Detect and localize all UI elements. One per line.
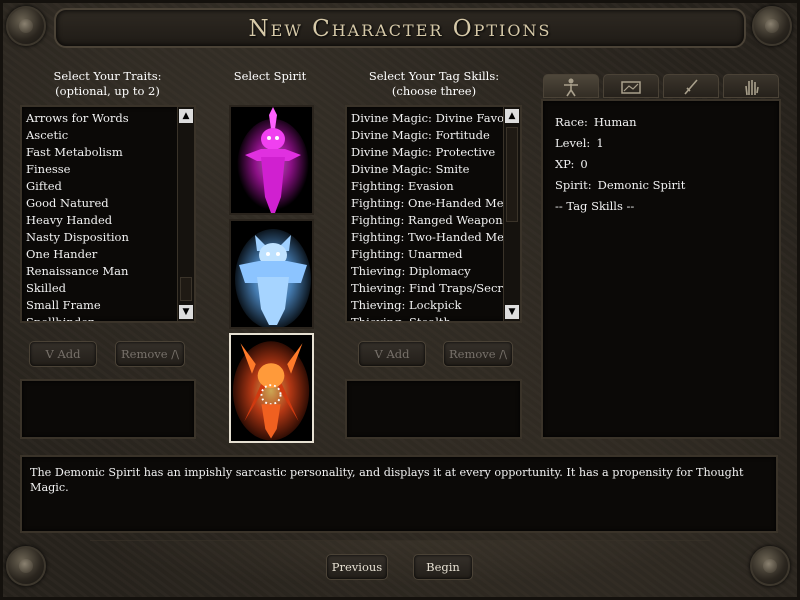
- list-item[interactable]: Arrows for Words: [24, 110, 176, 127]
- corner-ornament-icon: [750, 546, 790, 586]
- list-item[interactable]: Thieving: Find Traps/Secret Doors: [349, 280, 505, 297]
- spirit-line: Spirit: Demonic Spirit: [555, 178, 685, 192]
- list-item[interactable]: Finesse: [24, 161, 176, 178]
- begin-button[interactable]: Begin: [413, 554, 473, 580]
- list-item[interactable]: Divine Magic: Fortitude: [349, 127, 505, 144]
- spirit-option-blue[interactable]: [229, 219, 314, 329]
- list-item[interactable]: Skilled: [24, 280, 176, 297]
- traits-list[interactable]: Arrows for Words Ascetic Fast Metabolism Fi…: [20, 105, 196, 323]
- list-item[interactable]: Small Frame: [24, 297, 176, 314]
- list-item[interactable]: Fighting: Two-Handed Melee: [349, 229, 505, 246]
- tag-skills-scrollbar[interactable]: ▲ ▼: [503, 107, 520, 321]
- xp-label: XP:: [555, 157, 575, 171]
- scroll-thumb[interactable]: [506, 127, 518, 222]
- xp-value: 0: [580, 157, 588, 171]
- list-item[interactable]: Fighting: One-Handed Melee: [349, 195, 505, 212]
- spirit-value: Demonic Spirit: [597, 178, 686, 192]
- list-item[interactable]: One Hander: [24, 246, 176, 263]
- level-label: Level:: [555, 136, 591, 150]
- traits-header: Select Your Traits: (optional, up to 2): [20, 69, 195, 99]
- tag-skills-header-line2: (choose three): [391, 84, 477, 98]
- race-line: Race: Human: [555, 115, 637, 129]
- traits-header-line2: (optional, up to 2): [55, 84, 160, 98]
- scroll-up-icon[interactable]: ▲: [179, 109, 193, 123]
- spirit-option-pink[interactable]: [229, 105, 314, 215]
- list-item[interactable]: Fighting: Unarmed: [349, 246, 505, 263]
- spirit-label: Spirit:: [555, 178, 592, 192]
- tag-skills-list[interactable]: Divine Magic: Divine Favor Divine Magic: …: [345, 105, 522, 323]
- tag-skills-header-line1: Select Your Tag Skills:: [368, 69, 500, 83]
- tab-portrait[interactable]: [603, 74, 659, 98]
- tab-character[interactable]: [543, 74, 599, 98]
- character-info-panel: Race: Human Level: 1 XP: 0 Spirit: Demonic S…: [541, 99, 781, 439]
- list-item[interactable]: Fast Metabolism: [24, 144, 176, 161]
- corner-ornament-icon: [6, 6, 46, 46]
- bottom-ornament: [90, 540, 710, 588]
- pink-spirit-icon: [231, 107, 312, 213]
- traits-remove-button[interactable]: Remove /\: [115, 341, 185, 367]
- level-line: Level: 1: [555, 136, 604, 150]
- tab-hand[interactable]: [723, 74, 779, 98]
- list-item[interactable]: Divine Magic: Protective: [349, 144, 505, 161]
- description-text: The Demonic Spirit has an impishly sarca…: [30, 466, 744, 494]
- spirit-header: Select Spirit: [233, 69, 307, 83]
- corner-ornament-icon: [752, 6, 792, 46]
- xp-line: XP: 0: [555, 157, 588, 171]
- tag-skills-header: Select Your Tag Skills: (choose three): [346, 69, 522, 99]
- race-value: Human: [593, 115, 637, 129]
- list-item[interactable]: Spellbinder: [24, 314, 176, 321]
- title-plate: New Character Options: [54, 8, 746, 48]
- description-panel: The Demonic Spirit has an impishly sarca…: [20, 455, 778, 533]
- tab-weapons[interactable]: [663, 74, 719, 98]
- scroll-down-icon[interactable]: ▼: [179, 305, 193, 319]
- scroll-thumb[interactable]: [180, 277, 192, 301]
- list-item[interactable]: Ascetic: [24, 127, 176, 144]
- scroll-down-icon[interactable]: ▼: [505, 305, 519, 319]
- image-icon: [621, 81, 641, 94]
- selected-tag-skills-panel: [345, 379, 522, 439]
- list-item[interactable]: Fighting: Ranged Weapons: [349, 212, 505, 229]
- spirit-option-demonic[interactable]: [229, 333, 314, 443]
- page-title: New Character Options: [248, 16, 552, 42]
- tag-skills-add-button[interactable]: V Add: [358, 341, 426, 367]
- list-item[interactable]: Good Natured: [24, 195, 176, 212]
- blue-spirit-icon: [231, 221, 312, 327]
- figure-icon: [564, 78, 578, 97]
- tag-skills-remove-button[interactable]: Remove /\: [443, 341, 513, 367]
- list-item[interactable]: Thieving: Lockpick: [349, 297, 505, 314]
- traits-header-line1: Select Your Traits:: [53, 69, 162, 83]
- hand-icon: [745, 80, 759, 96]
- list-item[interactable]: Renaissance Man: [24, 263, 176, 280]
- scroll-up-icon[interactable]: ▲: [505, 109, 519, 123]
- list-item[interactable]: Divine Magic: Smite: [349, 161, 505, 178]
- list-item[interactable]: Gifted: [24, 178, 176, 195]
- traits-scrollbar[interactable]: ▲ ▼: [177, 107, 194, 321]
- tag-skills-heading: -- Tag Skills --: [555, 199, 635, 213]
- list-item[interactable]: Thieving: Stealth: [349, 314, 505, 321]
- traits-add-button[interactable]: V Add: [29, 341, 97, 367]
- list-item[interactable]: Nasty Disposition: [24, 229, 176, 246]
- level-value: 1: [596, 136, 604, 150]
- sword-icon: [684, 79, 698, 95]
- race-label: Race:: [555, 115, 588, 129]
- previous-button[interactable]: Previous: [326, 554, 388, 580]
- list-item[interactable]: Divine Magic: Divine Favor: [349, 110, 505, 127]
- corner-ornament-icon: [6, 546, 46, 586]
- selected-traits-panel: [20, 379, 196, 439]
- demonic-spirit-icon: [231, 335, 312, 441]
- list-item[interactable]: Fighting: Evasion: [349, 178, 505, 195]
- list-item[interactable]: Thieving: Diplomacy: [349, 263, 505, 280]
- list-item[interactable]: Heavy Handed: [24, 212, 176, 229]
